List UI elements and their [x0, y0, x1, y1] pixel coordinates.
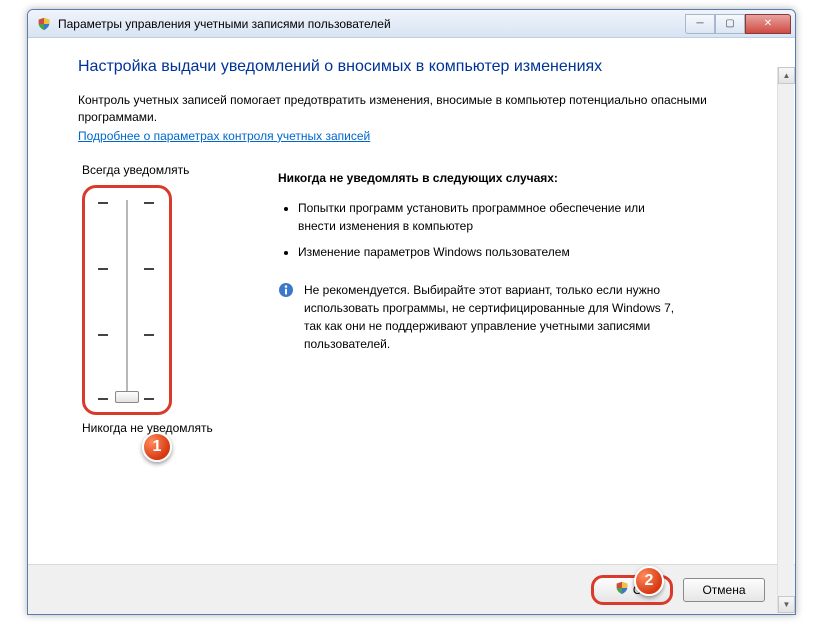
- info-row: Не рекомендуется. Выбирайте этот вариант…: [278, 281, 678, 353]
- uac-settings-window: Параметры управления учетными записями п…: [27, 9, 796, 615]
- slider-tick-icon: [98, 268, 108, 270]
- cancel-label: Отмена: [702, 583, 745, 597]
- slider-tick-icon: [98, 202, 108, 204]
- page-heading: Настройка выдачи уведомлений о вносимых …: [78, 58, 755, 76]
- slider-tick-icon: [144, 202, 154, 204]
- window-controls: ─ ▢ ✕: [685, 14, 791, 34]
- dialog-footer: ОК Отмена: [28, 564, 795, 614]
- slider-tick-icon: [98, 398, 108, 400]
- intro-text: Контроль учетных записей помогает предот…: [78, 92, 718, 127]
- slider-track: [126, 200, 128, 400]
- scroll-down-icon[interactable]: ▼: [778, 596, 795, 613]
- bullet-item: Изменение параметров Windows пользовател…: [298, 243, 658, 261]
- annotation-badge-1: 1: [142, 432, 172, 462]
- shield-icon: [615, 581, 629, 598]
- info-icon: [278, 282, 294, 298]
- bullet-item: Попытки программ установить программное …: [298, 199, 658, 235]
- main-row: Всегда уведомлять Никогда не уведомлять: [78, 163, 755, 435]
- info-text: Не рекомендуется. Выбирайте этот вариант…: [304, 281, 678, 353]
- minimize-button[interactable]: ─: [685, 14, 715, 34]
- slider-column: Всегда уведомлять Никогда не уведомлять: [78, 163, 248, 435]
- slider-label-never: Никогда не уведомлять: [82, 421, 248, 435]
- shield-icon: [36, 16, 52, 32]
- description-column: Никогда не уведомлять в следующих случая…: [248, 163, 755, 435]
- slider-tick-icon: [98, 334, 108, 336]
- content-area: Настройка выдачи уведомлений о вносимых …: [28, 38, 795, 564]
- close-button[interactable]: ✕: [745, 14, 791, 34]
- slider-tick-icon: [144, 268, 154, 270]
- learn-more-link[interactable]: Подробнее о параметрах контроля учетных …: [78, 129, 370, 143]
- vertical-scrollbar[interactable]: ▲ ▼: [777, 67, 794, 613]
- slider-thumb[interactable]: [115, 391, 139, 403]
- slider-tick-icon: [144, 334, 154, 336]
- description-bullets: Попытки программ установить программное …: [298, 199, 755, 261]
- window-title: Параметры управления учетными записями п…: [58, 17, 685, 31]
- cancel-button[interactable]: Отмена: [683, 578, 765, 602]
- slider-label-always: Всегда уведомлять: [82, 163, 248, 177]
- maximize-button[interactable]: ▢: [715, 14, 745, 34]
- description-heading: Никогда не уведомлять в следующих случая…: [278, 171, 755, 185]
- scroll-up-icon[interactable]: ▲: [778, 67, 795, 84]
- titlebar[interactable]: Параметры управления учетными записями п…: [28, 10, 795, 38]
- slider-tick-icon: [144, 398, 154, 400]
- notification-slider[interactable]: [82, 185, 172, 415]
- window-body: Настройка выдачи уведомлений о вносимых …: [28, 38, 795, 614]
- annotation-badge-2: 2: [634, 566, 664, 596]
